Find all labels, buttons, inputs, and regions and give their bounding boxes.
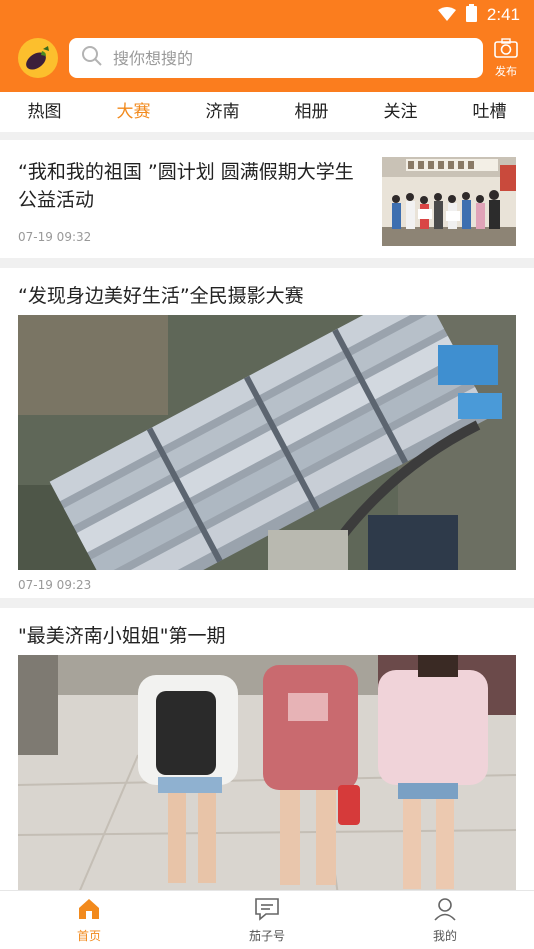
category-tabs: 热图 大赛 济南 相册 关注 吐槽: [0, 92, 534, 132]
feed-item-title: “我和我的祖国 ”圆计划 圆满假期大学生公益活动: [18, 161, 354, 211]
feed-item[interactable]: "最美济南小姐姐"第一期: [0, 608, 534, 908]
feed-item-title: “发现身边美好生活”全民摄影大赛: [18, 285, 304, 307]
tab-jinan[interactable]: 济南: [178, 92, 267, 132]
tab-following[interactable]: 关注: [356, 92, 445, 132]
feed-item-time: 07-19 09:32: [18, 230, 92, 244]
status-bar: 2:41: [437, 0, 534, 30]
search-input[interactable]: [113, 48, 443, 68]
status-time: 2:41: [486, 5, 520, 24]
publish-label: 发布: [495, 65, 517, 78]
publish-button[interactable]: 发布: [491, 38, 521, 79]
feed-item-thumbnail: [382, 157, 516, 246]
nav-mine-label: 我的: [432, 928, 457, 943]
battery-icon: [465, 4, 477, 26]
feed-item-image: [18, 655, 516, 895]
bottom-nav: 首页 茄子号 我的: [0, 890, 534, 949]
feed-item[interactable]: “我和我的祖国 ”圆计划 圆满假期大学生公益活动 07-19 09:32: [0, 140, 534, 258]
tab-contest[interactable]: 大赛: [89, 92, 178, 132]
search-icon: [81, 45, 103, 71]
feed-item[interactable]: “发现身边美好生活”全民摄影大赛 07-19 09:23: [0, 268, 534, 598]
tab-album[interactable]: 相册: [267, 92, 356, 132]
home-icon: [77, 897, 101, 924]
nav-home[interactable]: 首页: [0, 891, 178, 949]
message-icon: [254, 897, 280, 924]
user-icon: [433, 897, 457, 924]
tab-hot-pics[interactable]: 热图: [0, 92, 89, 132]
nav-qiezihao[interactable]: 茄子号: [178, 891, 356, 949]
feed-item-title: "最美济南小姐姐"第一期: [18, 625, 226, 647]
app-logo[interactable]: [18, 38, 58, 78]
nav-mine[interactable]: 我的: [356, 891, 534, 949]
top-header: 2:41 发布: [0, 0, 534, 92]
app-root: 2:41 发布 热图 大赛 济南 相册 关注 吐槽: [0, 0, 534, 949]
tab-rant[interactable]: 吐槽: [445, 92, 534, 132]
eggplant-icon: [26, 46, 49, 70]
search-bar[interactable]: [69, 38, 483, 78]
feed-list: “我和我的祖国 ”圆计划 圆满假期大学生公益活动 07-19 09:32 “发现…: [0, 140, 534, 918]
nav-home-label: 首页: [76, 928, 101, 943]
camera-icon: [494, 38, 518, 61]
wifi-icon: [437, 6, 456, 25]
feed-item-time: 07-19 09:23: [18, 578, 92, 592]
nav-qiezihao-label: 茄子号: [248, 928, 285, 943]
feed-item-image: [18, 315, 516, 570]
